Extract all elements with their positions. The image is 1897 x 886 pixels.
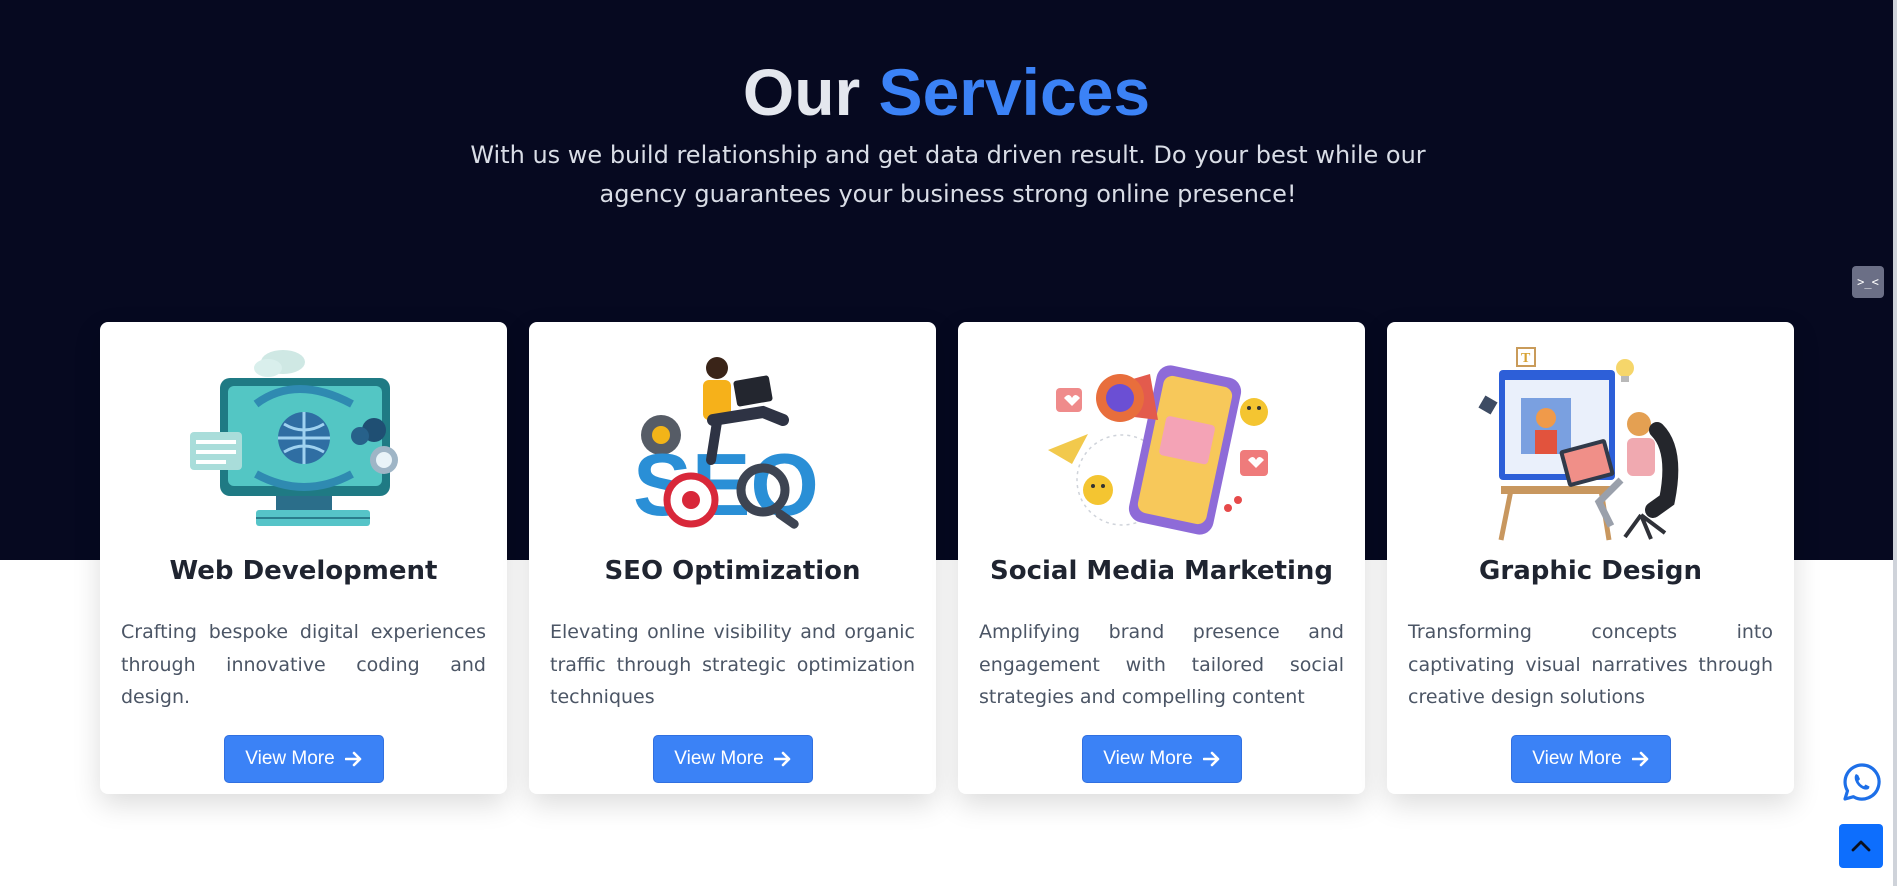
dev-toolbar-toggle[interactable]: >_<	[1852, 266, 1884, 298]
service-card-title: SEO Optimization	[604, 556, 861, 586]
view-more-label: View More	[245, 748, 335, 769]
chevron-up-icon	[1851, 840, 1871, 852]
arrow-right-icon	[344, 751, 362, 767]
service-card-description: Amplifying brand presence and engagement…	[979, 621, 1344, 708]
service-card-title: Graphic Design	[1479, 556, 1702, 586]
section-title: Our Services	[0, 52, 1893, 132]
dev-toggle-label: >_<	[1857, 275, 1879, 289]
service-card-description: Elevating online visibility and organic …	[550, 621, 915, 708]
arrow-right-icon	[1202, 751, 1220, 767]
view-more-button-seo-optimization[interactable]: View More	[653, 735, 813, 783]
view-more-label: View More	[1103, 748, 1193, 769]
section-title-part1: Our	[742, 55, 861, 129]
service-card-title: Social Media Marketing	[990, 556, 1333, 586]
section-subtitle: With us we build relationship and get da…	[470, 141, 1426, 208]
graphic-design-illustration: T	[1471, 340, 1711, 545]
web-development-illustration	[184, 340, 424, 545]
back-to-top-button[interactable]	[1839, 824, 1883, 868]
service-card-seo-optimization: SEO SEO Optimization Elevating online vi…	[529, 322, 936, 794]
arrow-right-icon	[1631, 751, 1649, 767]
seo-illustration: SEO	[613, 340, 853, 545]
service-card-social-media-marketing: Social Media Marketing Amplifying brand …	[958, 322, 1365, 794]
view-more-button-web-development[interactable]: View More	[224, 735, 384, 783]
service-card-graphic-design: T Graphic Design Transforming concepts i…	[1387, 322, 1794, 794]
arrow-right-icon	[773, 751, 791, 767]
section-title-part2: Services	[878, 55, 1151, 129]
whatsapp-button[interactable]	[1842, 762, 1882, 802]
view-more-button-social-media-marketing[interactable]: View More	[1082, 735, 1242, 783]
service-card-title: Web Development	[169, 556, 438, 586]
service-card-description: Transforming concepts into captivating v…	[1408, 621, 1773, 708]
social-media-illustration	[1042, 340, 1282, 545]
view-more-button-graphic-design[interactable]: View More	[1511, 735, 1671, 783]
view-more-label: View More	[1532, 748, 1622, 769]
service-card-web-development: Web Development Crafting bespoke digital…	[100, 322, 507, 794]
service-card-description: Crafting bespoke digital experiences thr…	[121, 621, 486, 708]
scrollbar-track[interactable]	[1893, 0, 1897, 886]
view-more-label: View More	[674, 748, 764, 769]
svg-text:T: T	[1521, 351, 1531, 366]
whatsapp-icon	[1843, 763, 1881, 801]
